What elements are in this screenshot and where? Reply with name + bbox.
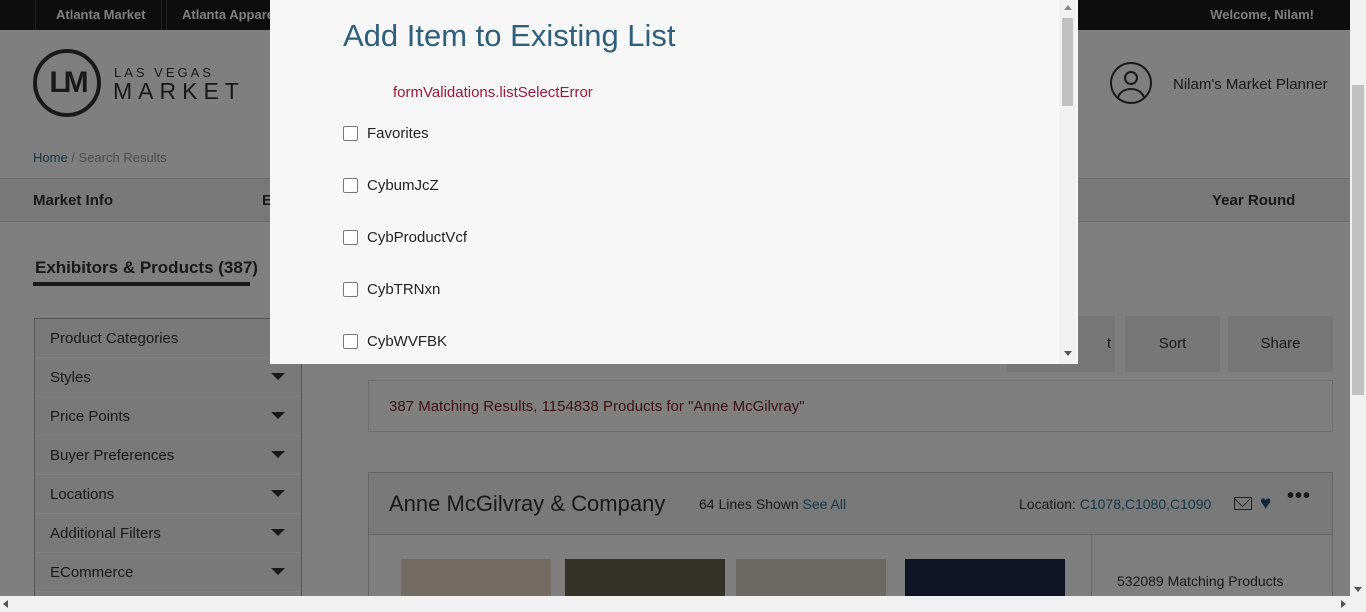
list-checkbox[interactable] bbox=[343, 282, 358, 297]
modal-scrollbar-thumb[interactable] bbox=[1062, 18, 1073, 106]
scroll-left-arrow-icon[interactable] bbox=[3, 600, 8, 608]
add-to-list-modal: Add Item to Existing List formValidation… bbox=[270, 0, 1078, 364]
scroll-down-arrow-icon[interactable] bbox=[1354, 587, 1362, 592]
page-scrollbar-thumb[interactable] bbox=[1352, 85, 1364, 395]
list-checkbox[interactable] bbox=[343, 230, 358, 245]
list-option-label[interactable]: CybProductVcf bbox=[367, 229, 467, 246]
list-select-error: formValidations.listSelectError bbox=[393, 84, 593, 101]
list-checkbox[interactable] bbox=[343, 334, 358, 349]
page-vertical-scrollbar[interactable] bbox=[1350, 0, 1366, 596]
list-option-label[interactable]: Favorites bbox=[367, 125, 429, 142]
list-checkbox[interactable] bbox=[343, 126, 358, 141]
list-option-label[interactable]: CybumJcZ bbox=[367, 177, 439, 194]
list-option-label[interactable]: CybWVFBK bbox=[367, 333, 447, 350]
list-option-label[interactable]: CybTRNxn bbox=[367, 281, 440, 298]
page-horizontal-scrollbar[interactable] bbox=[0, 596, 1366, 612]
scroll-up-arrow-icon[interactable] bbox=[1064, 5, 1072, 10]
list-checkbox[interactable] bbox=[343, 178, 358, 193]
modal-title: Add Item to Existing List bbox=[343, 18, 676, 53]
scroll-right-arrow-icon[interactable] bbox=[1341, 600, 1346, 608]
modal-scrollbar[interactable] bbox=[1059, 0, 1076, 364]
scroll-down-arrow-icon[interactable] bbox=[1064, 351, 1072, 356]
